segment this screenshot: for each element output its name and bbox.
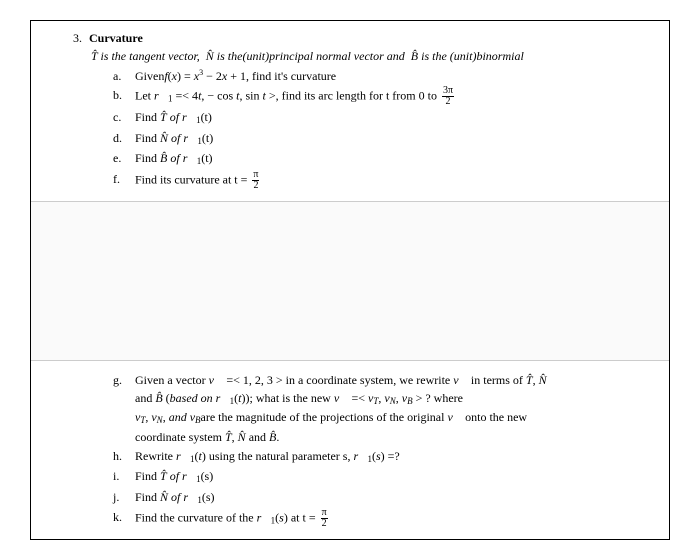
item-f: f. Find its curvature at t = π2	[113, 170, 657, 191]
item-label: f.	[113, 170, 127, 191]
item-b: b. Let r⃗1 =< 4t, − cos t, sin t >, find…	[113, 86, 657, 107]
item-text: Find N̂ of r⃗1(s)	[135, 488, 215, 508]
item-label: h.	[113, 447, 127, 467]
item-d: d. Find N̂ of r⃗1(t)	[113, 129, 657, 149]
question-intro: T̂ is the tangent vector, N̂ is the(unit…	[91, 47, 657, 65]
item-label: i.	[113, 467, 127, 487]
item-a: a. Givenf(x) = x3 − 2x + 1, find it's cu…	[113, 67, 657, 85]
item-e: e. Find B̂ of r⃗1(t)	[113, 149, 657, 169]
question-title: Curvature	[89, 31, 143, 45]
item-label: g.	[113, 371, 127, 446]
item-g: g. Given a vector v⃗ =< 1, 2, 3 > in a c…	[113, 371, 657, 446]
item-label: k.	[113, 508, 127, 529]
item-label: c.	[113, 108, 127, 128]
item-text: Let r⃗1 =< 4t, − cos t, sin t >, find it…	[135, 86, 456, 107]
item-text: Given a vector v⃗ =< 1, 2, 3 > in a coor…	[135, 371, 547, 446]
item-j: j. Find N̂ of r⃗1(s)	[113, 488, 657, 508]
item-text: Find the curvature of the r⃗1(s) at t = …	[135, 508, 330, 529]
question-number: 3.	[73, 31, 82, 45]
item-label: e.	[113, 149, 127, 169]
item-text: Rewrite r⃗1(t) using the natural paramet…	[135, 447, 400, 467]
item-k: k. Find the curvature of the r⃗1(s) at t…	[113, 508, 657, 529]
item-label: a.	[113, 67, 127, 85]
item-label: b.	[113, 86, 127, 107]
item-i: i. Find T̂ of r⃗1(s)	[113, 467, 657, 487]
question-header: 3. Curvature	[43, 29, 657, 47]
page-gap	[31, 201, 669, 361]
item-text: Givenf(x) = x3 − 2x + 1, find it's curva…	[135, 67, 336, 85]
item-text: Find T̂ of r⃗1(s)	[135, 467, 213, 487]
item-h: h. Rewrite r⃗1(t) using the natural para…	[113, 447, 657, 467]
document-border: 3. Curvature T̂ is the tangent vector, N…	[30, 20, 670, 540]
item-c: c. Find T̂ of r⃗1(t)	[113, 108, 657, 128]
item-text: Find B̂ of r⃗1(t)	[135, 149, 213, 169]
sub-items-top: a. Givenf(x) = x3 − 2x + 1, find it's cu…	[113, 67, 657, 191]
item-text: Find T̂ of r⃗1(t)	[135, 108, 212, 128]
item-label: d.	[113, 129, 127, 149]
item-text: Find its curvature at t = π2	[135, 170, 261, 191]
item-label: j.	[113, 488, 127, 508]
item-text: Find N̂ of r⃗1(t)	[135, 129, 213, 149]
sub-items-bottom: g. Given a vector v⃗ =< 1, 2, 3 > in a c…	[113, 371, 657, 530]
